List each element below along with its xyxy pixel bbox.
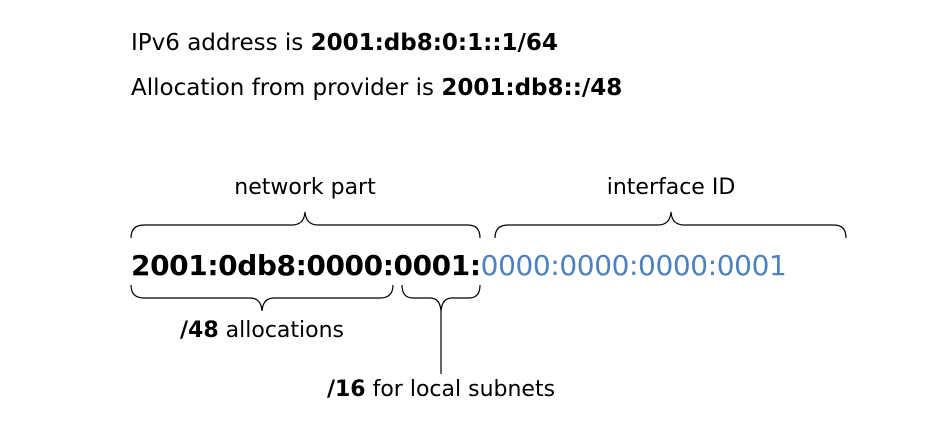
allocations-label: /48 allocations <box>180 320 344 342</box>
allocations-brace <box>130 284 394 312</box>
network-part-brace <box>130 211 481 239</box>
address-separator: : <box>469 249 481 282</box>
interface-id-brace <box>494 211 847 239</box>
subnet-part: 0001 <box>393 249 471 282</box>
allocation-part: 2001:0db8:0000: <box>131 249 394 282</box>
allocations-label-suffix: allocations <box>218 318 344 343</box>
interface-id-part: 0000:0000:0000:0001 <box>480 249 787 282</box>
subnets-label-suffix: for local subnets <box>365 377 556 402</box>
subnets-label: /16 for local subnets <box>327 379 555 401</box>
subnets-brace <box>401 284 481 312</box>
allocations-label-prefix: /48 <box>180 318 219 343</box>
subnets-label-prefix: /16 <box>326 377 366 402</box>
expanded-ipv6-address: 2001:0db8:0000:0001:0000:0000:0000:0001 <box>131 249 787 282</box>
brace-diagram <box>130 211 847 374</box>
